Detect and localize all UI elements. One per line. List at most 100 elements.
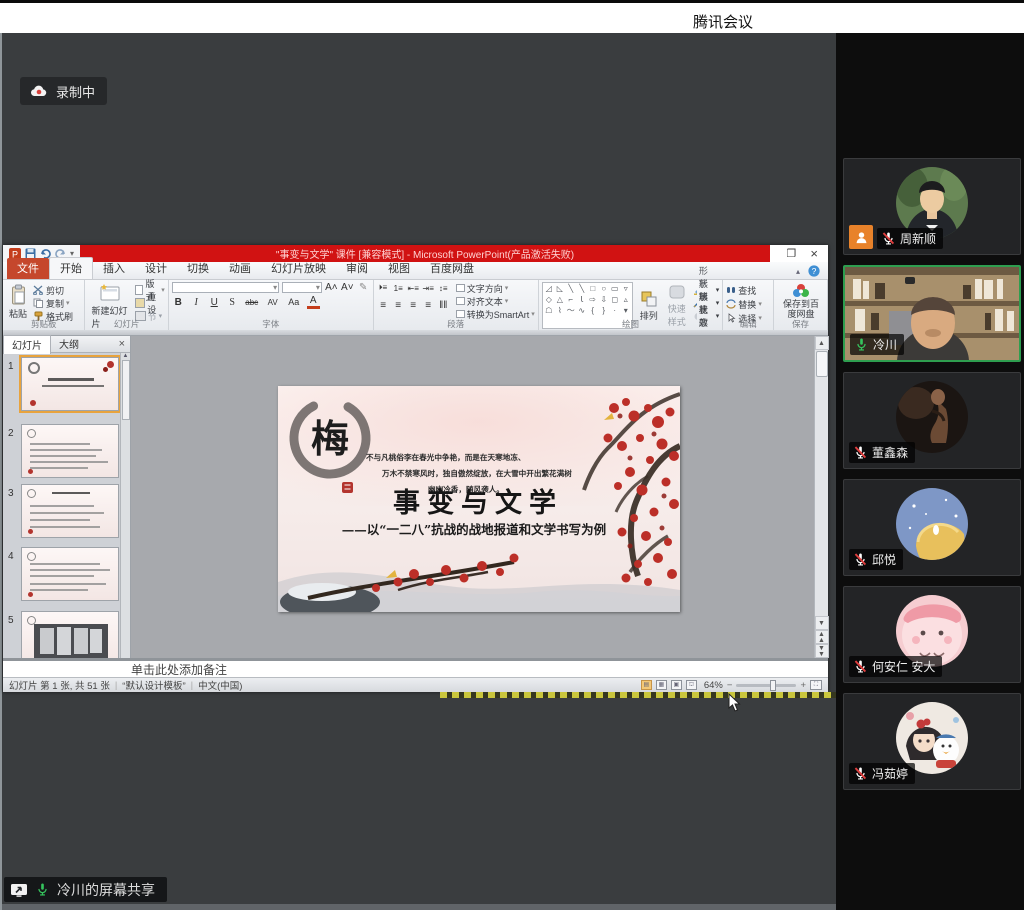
screen-share-banner[interactable]: 冷川的屏幕共享: [4, 877, 167, 902]
zoom-out-button[interactable]: −: [727, 680, 733, 691]
tab-animations[interactable]: 动画: [219, 258, 261, 279]
tab-home[interactable]: 开始: [49, 257, 93, 279]
reading-view-button[interactable]: ▣: [671, 680, 682, 690]
save-to-baidu-button[interactable]: 保存到百度网盘: [777, 282, 825, 321]
paste-button[interactable]: 粘贴: [6, 282, 30, 322]
char-spacing-button[interactable]: AV: [265, 298, 281, 307]
slide-poem-line1: 不与凡桃俗李在春光中争艳，而是在天寒地冻、: [366, 452, 525, 462]
collapse-ribbon-icon[interactable]: ▴: [796, 267, 800, 276]
participant-panel: 周新顺 冷川: [836, 33, 1024, 910]
previous-slide-button[interactable]: ▲▲: [815, 630, 829, 644]
restore-window-button[interactable]: ❐: [787, 247, 797, 260]
tab-baidu-netdisk[interactable]: 百度网盘: [420, 258, 484, 279]
columns-button[interactable]: ‖‖: [437, 300, 450, 311]
tab-view[interactable]: 视图: [378, 258, 420, 279]
line-spacing-button[interactable]: ↕≡: [437, 284, 450, 293]
copy-button[interactable]: 复制▾: [33, 297, 73, 309]
text-direction-button[interactable]: 文字方向▾: [456, 282, 535, 294]
slideshow-view-button[interactable]: ⛫: [686, 680, 697, 690]
slide-sorter-view-button[interactable]: ▦: [656, 680, 667, 690]
tab-slideshow[interactable]: 幻灯片放映: [261, 258, 336, 279]
slide-subtitle[interactable]: ——以“一二八”抗战的战地报道和文学书写为例: [342, 522, 606, 537]
slide-thumbnail-5[interactable]: [21, 611, 119, 658]
status-language[interactable]: 中文(中国): [198, 678, 242, 692]
font-color-button[interactable]: A: [307, 295, 320, 309]
zoom-slider[interactable]: [736, 684, 796, 687]
bold-button[interactable]: B: [172, 297, 185, 308]
tab-transitions[interactable]: 切换: [177, 258, 219, 279]
recording-indicator[interactable]: 录制中: [20, 77, 107, 105]
ink-character: 梅: [311, 416, 349, 461]
participant-tile-zhouxinshun[interactable]: 周新顺: [843, 158, 1021, 255]
zoom-slider-thumb[interactable]: [770, 680, 776, 691]
status-slide-info: 幻灯片 第 1 张, 共 51 张: [9, 678, 110, 692]
participant-tile-heanren[interactable]: 何安仁 安大: [843, 586, 1021, 683]
change-case-button[interactable]: Aa: [286, 297, 302, 307]
fit-to-window-button[interactable]: ⛶: [810, 680, 822, 690]
panel-scrollbar[interactable]: ▲: [120, 353, 130, 658]
scroll-up-icon[interactable]: ▲: [815, 336, 829, 350]
panel-tab-outline[interactable]: 大纲: [51, 335, 87, 353]
reset-button[interactable]: 重设: [135, 297, 165, 309]
align-left-button[interactable]: ≡: [377, 300, 390, 311]
increase-indent-button[interactable]: ⇥≡: [422, 284, 435, 293]
normal-view-button[interactable]: ▤: [641, 680, 652, 690]
italic-button[interactable]: I: [190, 297, 203, 308]
clear-formatting-button[interactable]: ✎: [357, 282, 370, 293]
font-name-combo[interactable]: ▾: [172, 282, 279, 293]
scroll-down-icon[interactable]: ▼: [815, 616, 829, 630]
participant-tile-qiuyue[interactable]: 邱悦: [843, 479, 1021, 576]
grow-font-button[interactable]: A˄: [325, 282, 338, 293]
tab-insert[interactable]: 插入: [93, 258, 135, 279]
scrollbar-thumb[interactable]: [816, 351, 828, 377]
font-size-combo[interactable]: ▾: [282, 282, 322, 293]
status-template: “默认设计模板”: [122, 678, 185, 692]
slide-number: 2: [8, 428, 14, 439]
align-text-button[interactable]: 对齐文本▾: [456, 295, 535, 307]
mic-muted-icon: [853, 659, 868, 674]
text-shadow-button[interactable]: S: [226, 297, 239, 308]
ribbon-group-slides: 新建幻灯片 版式▾ 重设 节▾ 幻灯片: [85, 280, 168, 330]
help-icon[interactable]: ?: [808, 265, 820, 277]
numbering-button[interactable]: 1≡: [392, 284, 405, 293]
slide-thumbnail-2[interactable]: [21, 424, 119, 478]
shrink-font-button[interactable]: A˅: [341, 282, 354, 293]
editor-scrollbar[interactable]: ▲ ▼ ▲▲ ▼▼: [814, 336, 828, 658]
tab-design[interactable]: 设计: [135, 258, 177, 279]
participant-name: 董鑫森: [872, 444, 908, 461]
zoom-level[interactable]: 64%: [704, 680, 723, 691]
panel-close-button[interactable]: ×: [119, 338, 130, 350]
bullets-button[interactable]: 🞂≡: [377, 283, 390, 293]
close-window-button[interactable]: ×: [810, 246, 818, 261]
share-banner-label: 冷川的屏幕共享: [57, 880, 155, 900]
slide-title[interactable]: 事变与文学: [393, 487, 563, 519]
slide-thumbnail-panel: 幻灯片 大纲 × 1 2: [3, 336, 131, 658]
panel-tab-slides[interactable]: 幻灯片: [3, 335, 51, 354]
ribbon-group-font: ▾ ▾ A˄ A˅ ✎ B I U S abc AV Aa A 字体: [169, 280, 374, 330]
powerpoint-window: P ▾ "事变与文学" 课件 [兼容模式] - Microsoft PowerP…: [3, 245, 828, 692]
notes-pane[interactable]: 单击此处添加备注: [3, 658, 828, 677]
slide-thumbnail-3[interactable]: [21, 484, 119, 538]
find-button[interactable]: 查找: [726, 284, 770, 296]
participant-tile-dongxinsen[interactable]: 董鑫森: [843, 372, 1021, 469]
participant-tile-lengchuan[interactable]: 冷川: [843, 265, 1021, 362]
align-center-button[interactable]: ≡: [392, 300, 405, 311]
participant-tile-fengruting[interactable]: 冯茹婷: [843, 693, 1021, 790]
underline-button[interactable]: U: [208, 297, 221, 308]
slide-thumbnail-4[interactable]: [21, 547, 119, 601]
tab-file[interactable]: 文件: [7, 258, 49, 279]
slide-canvas[interactable]: 梅 不与凡桃俗李在春光中争艳，而是在天寒地冻、 万木不禁寒风时，独自傲然绽放，在…: [278, 386, 680, 612]
replace-button[interactable]: 替换▾: [726, 298, 770, 310]
cut-button[interactable]: 剪切: [33, 284, 73, 296]
tab-review[interactable]: 审阅: [336, 258, 378, 279]
meeting-titlebar: 腾讯会议: [0, 0, 1024, 33]
cloud-record-icon: [30, 84, 48, 98]
decrease-indent-button[interactable]: ⇤≡: [407, 284, 420, 293]
strikethrough-button[interactable]: abc: [244, 298, 260, 307]
align-right-button[interactable]: ≡: [407, 300, 420, 311]
slide-thumbnail-1[interactable]: [21, 357, 119, 411]
zoom-in-button[interactable]: +: [800, 680, 806, 691]
justify-button[interactable]: ≡: [422, 300, 435, 311]
next-slide-button[interactable]: ▼▼: [815, 644, 829, 658]
recording-label: 录制中: [56, 82, 95, 101]
